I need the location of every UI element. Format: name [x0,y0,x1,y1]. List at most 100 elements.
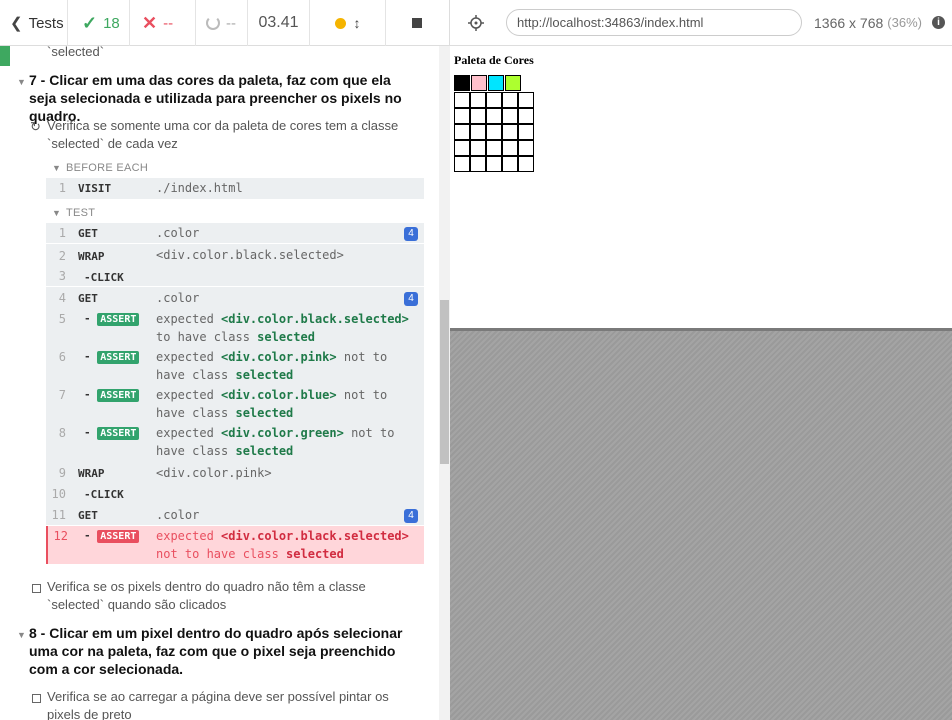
collapse-caret-icon[interactable]: ▼ [17,77,26,87]
app-title: Paleta de Cores [454,53,534,67]
pixel[interactable] [518,92,534,108]
top-bar: ❮ Tests ✓ 18 ✕ -- -- 03.41 ↕ http://loca… [0,0,952,46]
pixel[interactable] [502,92,518,108]
command-number: 4 [58,291,66,305]
command-row[interactable]: 1 VISIT ./index.html [46,178,424,199]
test-caret-icon[interactable]: ▼ [52,208,61,218]
command-number: 6 [58,350,66,364]
updown-arrow-icon: ↕ [353,15,361,31]
command-number: 7 [58,388,66,402]
failed-value: -- [163,14,174,32]
assert-badge: ASSERT [97,530,140,543]
scrollbar-thumb[interactable] [440,300,449,464]
command-number: 9 [58,466,66,480]
test-title[interactable]: Verifica se os pixels dentro do quadro n… [47,578,407,614]
pixel[interactable] [502,140,518,156]
pixel[interactable] [502,108,518,124]
passed-strip [0,46,10,66]
crosshair-icon[interactable] [468,14,484,31]
pixel[interactable] [470,108,486,124]
command-row[interactable]: 1 GET .color 4 [46,223,424,243]
failed-count: ✕ -- [130,0,196,46]
command-name: GET [78,509,98,522]
assert-command[interactable]: - ASSERT [84,388,140,402]
palette-color[interactable] [488,75,504,91]
tests-label: Tests [28,14,64,32]
pending-spinner-icon [206,16,220,30]
pixel[interactable] [454,156,470,172]
pixel[interactable] [486,108,502,124]
command-name: GET [78,292,98,305]
assert-message: expected <div.color.blue> not to have cl… [156,388,388,420]
assert-command[interactable]: - ASSERT [84,350,140,364]
pixel[interactable] [454,108,470,124]
test-label: TEST [66,207,96,219]
running-dot-icon [334,17,346,29]
info-icon[interactable]: i [931,16,945,29]
app-preview: Paleta de Cores [450,46,952,720]
element-count-badge: 4 [404,509,418,523]
failed-command-row[interactable]: 12 - ASSERT expected <div.color.black.se… [46,526,424,564]
auto-scroll-toggle[interactable]: ↕ [310,0,386,46]
palette-color[interactable] [505,75,521,91]
url-input[interactable] [506,9,802,36]
command-row[interactable]: 9 WRAP <div.color.pink> 10 -CLICK [46,462,424,504]
pixel[interactable] [518,124,534,140]
pixel[interactable] [486,156,502,172]
assert-command[interactable]: - ASSERT [84,426,140,440]
pixel[interactable] [486,124,502,140]
pixel[interactable] [454,124,470,140]
pixel[interactable] [470,92,486,108]
assert-message: expected <div.color.black.selected> not … [156,529,409,561]
viewport-background [450,328,952,720]
pixel[interactable] [470,124,486,140]
command-message: .color [156,291,200,305]
command-number: 3 [58,269,66,283]
command-row[interactable]: 11 GET .color 4 [46,505,424,525]
pixel[interactable] [502,156,518,172]
running-refresh-icon: ↻ [30,119,41,134]
url-area: 1366 x 768 (36%) i [450,0,952,45]
pixel[interactable] [518,140,534,156]
test-title[interactable]: Verifica se ao carregar a página deve se… [47,688,392,720]
pixel[interactable] [486,140,502,156]
stop-icon [412,18,422,28]
assert-message: expected <div.color.green> not to have c… [156,426,395,458]
pixel[interactable] [454,140,470,156]
pixel[interactable] [486,92,502,108]
stop-button[interactable] [386,0,448,46]
command-message: <div.color.pink> [156,466,272,480]
collapse-caret-icon[interactable]: ▼ [17,630,26,640]
command-name: GET [78,227,98,240]
check-icon: ✓ [82,12,98,33]
before-each-caret-icon[interactable]: ▼ [52,163,61,173]
assert-command[interactable]: - ASSERT [84,312,140,326]
assert-badge: ASSERT [97,389,140,402]
assert-badge: ASSERT [97,351,140,364]
palette-color[interactable] [471,75,487,91]
command-message: ./index.html [156,181,243,195]
previous-test-tail: `selected` [47,46,105,59]
pixel[interactable] [502,124,518,140]
command-name: -CLICK [84,271,124,284]
command-row[interactable]: 2 WRAP <div.color.black.selected> 3 -CLI… [46,244,424,286]
pixel[interactable] [518,156,534,172]
assert-message: expected <div.color.pink> not to have cl… [156,350,388,382]
chevron-left-icon: ❮ [10,15,23,32]
assert-command[interactable]: - ASSERT [84,529,140,543]
pixel[interactable] [470,156,486,172]
suite-8-title[interactable]: 8 - Clicar em um pixel dentro do quadro … [29,624,419,678]
command-name: WRAP [78,250,105,263]
reporter-scrollbar[interactable] [439,46,450,720]
tests-button[interactable]: ❮ Tests [0,0,68,46]
pixel[interactable] [454,92,470,108]
palette-color[interactable] [454,75,470,91]
running-test-title[interactable]: Verifica se somente uma cor da paleta de… [47,117,407,153]
command-number: 5 [58,312,66,326]
pending-value: -- [226,14,236,32]
pixel[interactable] [470,140,486,156]
command-log: `selected` ▼ 7 - Clicar em uma das cores… [0,46,450,720]
command-number: 11 [51,508,66,522]
pixel[interactable] [518,108,534,124]
duration: 03.41 [248,0,310,46]
